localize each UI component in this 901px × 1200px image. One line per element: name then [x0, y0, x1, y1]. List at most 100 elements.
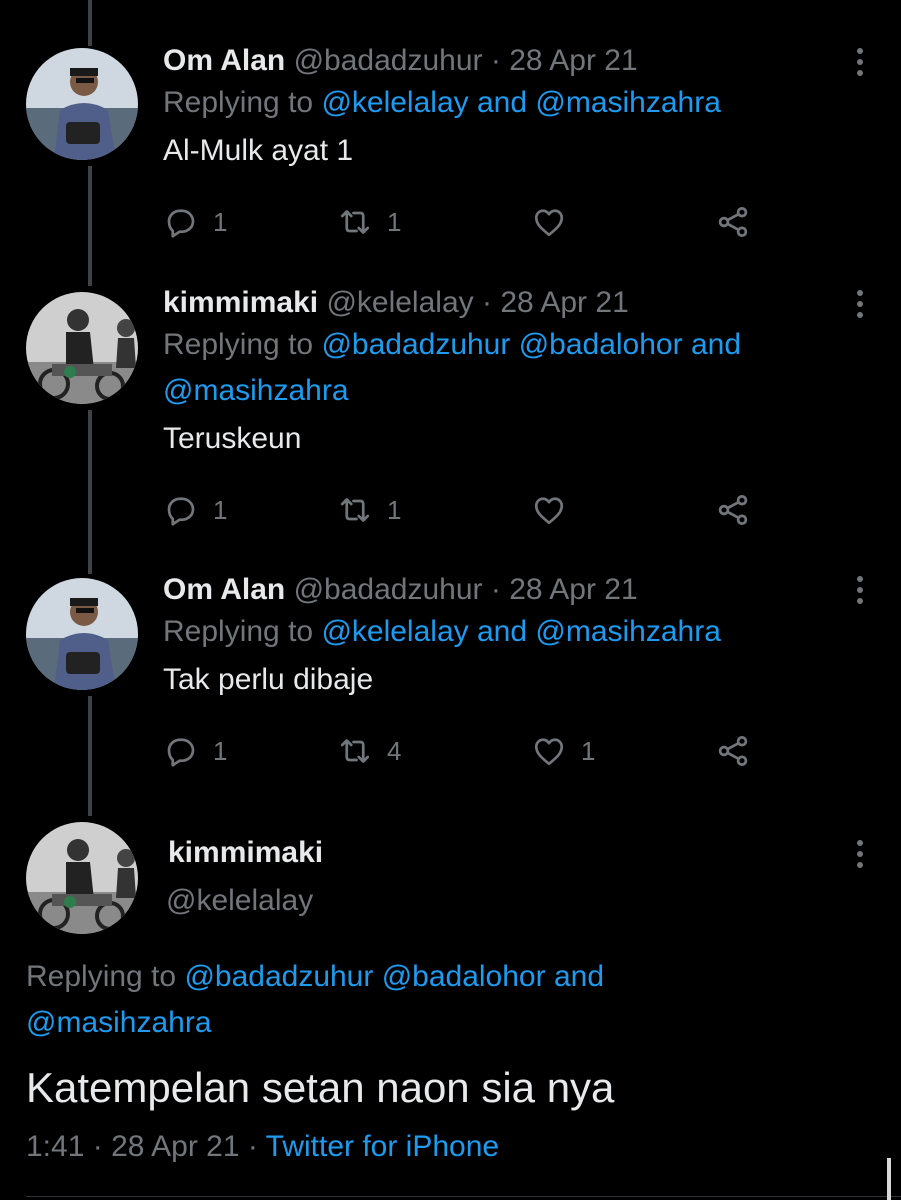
- like-button[interactable]: [531, 490, 581, 530]
- reply-count: 1: [213, 494, 228, 525]
- retweet-icon: [340, 739, 370, 763]
- avatar[interactable]: [26, 578, 138, 690]
- tweet-date[interactable]: 28 Apr 21: [509, 573, 637, 606]
- tweet-date[interactable]: 28 Apr 21: [509, 44, 637, 77]
- mention-joiner: and: [553, 960, 605, 993]
- replying-to-label: Replying to: [163, 328, 314, 361]
- reply-count: 1: [213, 735, 228, 766]
- tweet-header: Om Alan @badadzuhur · 28 Apr 21: [163, 42, 841, 80]
- separator: ·: [490, 573, 501, 606]
- mention-joiner: and: [690, 328, 742, 361]
- tweet[interactable]: kimmimaki @kelelalay · 28 Apr 21 Replyin…: [163, 284, 841, 458]
- reply-button[interactable]: 1: [163, 202, 227, 242]
- mention[interactable]: @masihzahra: [163, 374, 349, 407]
- heart-icon: [534, 738, 564, 766]
- reply-button[interactable]: 1: [163, 731, 227, 771]
- mention[interactable]: @kelelalay: [321, 615, 468, 648]
- tweet-text: Teruskeun: [163, 422, 302, 455]
- avatar[interactable]: [26, 292, 138, 404]
- retweet-count: 1: [387, 494, 402, 525]
- more-icon[interactable]: [855, 576, 865, 609]
- mention-joiner: and: [476, 615, 528, 648]
- share-icon: [718, 736, 748, 766]
- mention-joiner: and: [476, 86, 528, 119]
- divider: [26, 1196, 901, 1197]
- replying-to-label: Replying to: [163, 86, 314, 119]
- tweet-header: kimmimaki @kelelalay · 28 Apr 21: [163, 284, 841, 322]
- tweet-meta: 1:41 · 28 Apr 21 · Twitter for iPhone: [26, 1130, 499, 1164]
- retweet-button[interactable]: 1: [337, 202, 401, 242]
- retweet-button[interactable]: 1: [337, 490, 401, 530]
- more-icon[interactable]: [855, 840, 865, 873]
- replying-to: Replying to @badadzuhur @badalohor and @…: [163, 322, 841, 414]
- share-button[interactable]: [715, 202, 751, 242]
- more-icon[interactable]: [855, 290, 865, 323]
- like-count: 1: [581, 735, 596, 766]
- mention[interactable]: @badalohor: [382, 960, 546, 993]
- mention[interactable]: @badalohor: [519, 328, 683, 361]
- reply-icon: [167, 209, 195, 238]
- retweet-count: 4: [387, 735, 402, 766]
- thread-line: [88, 696, 92, 816]
- mention[interactable]: @badadzuhur: [184, 960, 373, 993]
- like-button[interactable]: [531, 202, 581, 242]
- thread-line: [88, 0, 92, 46]
- author-name[interactable]: Om Alan: [163, 44, 285, 77]
- tweet-actions: 1 1: [163, 490, 763, 530]
- avatar[interactable]: [26, 48, 138, 160]
- author-handle[interactable]: @kelelalay: [326, 286, 473, 319]
- replying-to-label: Replying to: [163, 615, 314, 648]
- share-icon: [718, 495, 748, 525]
- thread-line: [88, 410, 92, 574]
- tweet-header: Om Alan @badadzuhur · 28 Apr 21: [163, 571, 841, 609]
- share-button[interactable]: [715, 731, 751, 771]
- retweet-button[interactable]: 4: [337, 731, 401, 771]
- separator: ·: [481, 286, 492, 319]
- separator: ·: [92, 1130, 103, 1163]
- reply-button[interactable]: 1: [163, 490, 227, 530]
- heart-icon: [534, 209, 564, 237]
- author-handle[interactable]: @badadzuhur: [294, 573, 483, 606]
- mention[interactable]: @badadzuhur: [321, 328, 510, 361]
- reply-icon: [167, 497, 195, 526]
- mention[interactable]: @masihzahra: [26, 1006, 212, 1039]
- more-icon[interactable]: [855, 48, 865, 81]
- replying-to: Replying to @badadzuhur @badalohor and @…: [26, 954, 806, 1046]
- heart-icon: [534, 497, 564, 525]
- author-handle[interactable]: @kelelalay: [166, 884, 313, 918]
- tweet-actions: 1 1: [163, 202, 763, 242]
- tweet-time[interactable]: 1:41: [26, 1130, 84, 1163]
- mention[interactable]: @kelelalay: [321, 86, 468, 119]
- tweet-source[interactable]: Twitter for iPhone: [266, 1130, 499, 1163]
- author-name[interactable]: Om Alan: [163, 573, 285, 606]
- tweet-actions: 1 4 1: [163, 731, 763, 771]
- tweet[interactable]: Om Alan @badadzuhur · 28 Apr 21 Replying…: [163, 42, 841, 170]
- retweet-count: 1: [387, 206, 402, 237]
- mention[interactable]: @masihzahra: [535, 615, 721, 648]
- tweet-date[interactable]: 28 Apr 21: [500, 286, 628, 319]
- tweet-text: Tak perlu dibaje: [163, 663, 374, 696]
- replying-to: Replying to @kelelalay and @masihzahra: [163, 609, 841, 655]
- mention[interactable]: @masihzahra: [535, 86, 721, 119]
- separator: ·: [247, 1130, 258, 1163]
- retweet-icon: [340, 210, 370, 234]
- thread-line: [88, 166, 92, 286]
- like-button[interactable]: 1: [531, 731, 595, 771]
- replying-to-label: Replying to: [26, 960, 177, 993]
- tweet[interactable]: Om Alan @badadzuhur · 28 Apr 21 Replying…: [163, 571, 841, 699]
- reply-count: 1: [213, 206, 228, 237]
- author-handle[interactable]: @badadzuhur: [294, 44, 483, 77]
- replying-to: Replying to @kelelalay and @masihzahra: [163, 80, 841, 126]
- retweet-icon: [340, 498, 370, 522]
- scrollbar[interactable]: [887, 1158, 891, 1200]
- tweet-text: Katempelan setan naon sia nya: [26, 1064, 615, 1111]
- share-button[interactable]: [715, 490, 751, 530]
- author-name[interactable]: kimmimaki: [168, 836, 323, 870]
- avatar[interactable]: [26, 822, 138, 934]
- tweet-text: Al-Mulk ayat 1: [163, 134, 354, 167]
- author-name[interactable]: kimmimaki: [163, 286, 318, 319]
- separator: ·: [490, 44, 501, 77]
- tweet-date[interactable]: 28 Apr 21: [111, 1130, 239, 1163]
- reply-icon: [167, 738, 195, 767]
- share-icon: [718, 207, 748, 237]
